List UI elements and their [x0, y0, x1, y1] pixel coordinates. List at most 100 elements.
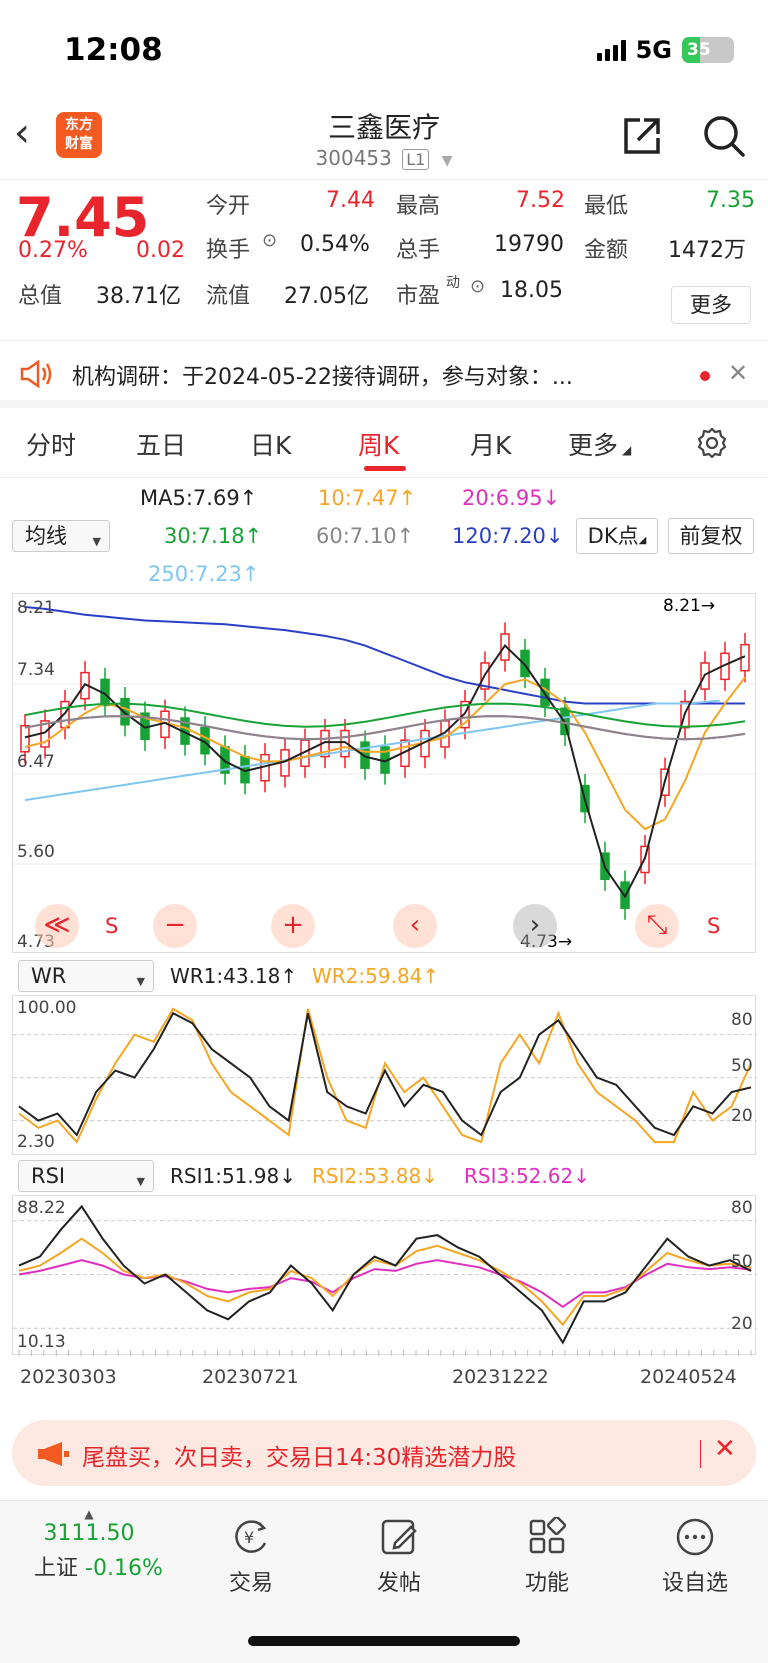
tab-intraday[interactable]: 分时 [26, 426, 76, 462]
wr-chart-svg [13, 1007, 757, 1144]
trade-button[interactable]: ¥ 交易 [196, 1517, 306, 1597]
sell-signal-mark: S [707, 914, 721, 938]
active-tab-indicator [364, 466, 406, 471]
rsi-chart[interactable]: 88.22 10.13 80 50 20 [12, 1195, 757, 1356]
quote-panel: 7.45 0.27% 0.02 今开 7.44 最高 7.52 最低 7.35 … [0, 180, 768, 340]
share-icon[interactable] [620, 114, 664, 158]
watchlist-button[interactable]: 设自选 [640, 1517, 750, 1597]
chevron-down-icon: ◢ [622, 443, 632, 457]
tab-daily-k[interactable]: 日K [250, 426, 291, 462]
scroll-left-fast-button[interactable]: ≪ [35, 904, 79, 948]
tab-more[interactable]: 更多 ◢ [568, 426, 631, 462]
grid-icon [529, 1515, 567, 1554]
signal-icon [596, 39, 626, 61]
ma5-label: MA5:7.69↑ [140, 486, 258, 510]
divider [700, 1440, 701, 1468]
ref-line-label: 20 [731, 1106, 753, 1126]
indicator-select[interactable]: 均线 [12, 520, 110, 557]
period-tabs: 分时 五日 日K 周K 月K 更多 ◢ [0, 408, 768, 478]
amount-label: 金额 [584, 238, 629, 263]
rsi-chart-svg [13, 1204, 757, 1356]
function-label: 功能 [524, 1571, 569, 1596]
index-value: 3111.50 [43, 1521, 135, 1546]
volume-label: 总手 [396, 238, 441, 263]
trade-label: 交易 [228, 1571, 273, 1596]
post-label: 发帖 [376, 1571, 421, 1596]
high-label: 最高 [396, 194, 441, 219]
ma120-line [24, 606, 745, 705]
adjust-button[interactable]: 前复权 [668, 518, 754, 554]
notice-bar[interactable]: 机构调研：于2024-05-22接待调研，参与对象：... ✕ [0, 340, 768, 408]
more-dots-icon [676, 1518, 714, 1556]
pe-label: 市盈 [396, 284, 441, 309]
chevron-up-icon: ▲ [84, 1507, 94, 1521]
info-icon[interactable]: ⊙ [470, 276, 485, 297]
wr1-line [18, 1011, 752, 1137]
chevron-down-icon: ▼ [441, 153, 453, 169]
open-label: 今开 [206, 194, 251, 219]
candlestick-chart-svg [13, 606, 757, 920]
status-bar: 12:08 5G 35 [0, 0, 768, 100]
candlestick-chart[interactable]: 8.21 7.34 6.47 5.60 4.73 8.21→ 4.73→ ≪ S… [12, 593, 757, 953]
ma120-label: 120:7.20↓ [452, 524, 564, 548]
scroll-left-button[interactable]: ‹ [393, 904, 437, 948]
index-quote[interactable]: ▲ 3111.50 上证 -0.16% [34, 1507, 163, 1582]
ref-line-label: 80 [731, 1198, 753, 1218]
volume-value: 19790 [494, 232, 564, 257]
index-row: 上证 -0.16% [34, 1550, 163, 1582]
rsi-indicator-select[interactable]: RSI [18, 1160, 154, 1197]
turnover-label: 换手 [206, 238, 251, 263]
y-axis-label: 88.22 [17, 1198, 66, 1218]
zoom-out-button[interactable]: − [153, 904, 197, 948]
info-icon[interactable]: ⊙ [262, 230, 277, 251]
scroll-right-button[interactable]: › [513, 904, 557, 948]
battery-icon: 35 [682, 37, 734, 63]
level-badge: L1 [402, 149, 430, 170]
wr-chart[interactable]: 100.00 2.30 80 50 20 [12, 995, 757, 1155]
ma250-label: 250:7.23↑ [148, 562, 260, 586]
change-amount: 0.02 [136, 238, 185, 263]
y-axis-label: 5.60 [17, 842, 55, 862]
float-value: 27.05亿 [284, 284, 369, 309]
index-change: -0.16% [85, 1556, 163, 1581]
post-button[interactable]: 发帖 [344, 1517, 454, 1597]
y-axis-label: 7.34 [17, 660, 55, 680]
wr-indicator-select[interactable]: WR [18, 960, 154, 997]
zoom-in-button[interactable]: + [271, 904, 315, 948]
dk-point-label: DK点 [587, 524, 639, 548]
change-percent: 0.27% [18, 238, 88, 263]
ref-line-label: 20 [731, 1314, 753, 1334]
index-name: 上证 [34, 1556, 79, 1581]
nav-bar: ‹ 东方 财富 三鑫医疗 300453 L1 ▼ [0, 100, 768, 180]
ref-line-label: 80 [731, 1010, 753, 1030]
tab-weekly-k[interactable]: 周K [358, 426, 399, 462]
wr2-label: WR2:59.84↑ [312, 964, 440, 988]
fullscreen-button[interactable]: ⤡ [635, 904, 679, 948]
promo-banner[interactable]: 尾盘买，次日卖，交易日14:30精选潜力股 ✕ [12, 1420, 756, 1486]
ref-line-label: 50 [731, 1056, 753, 1076]
function-button[interactable]: 功能 [492, 1515, 602, 1597]
tab-monthly-k[interactable]: 月K [470, 426, 511, 462]
stock-code: 300453 [315, 146, 392, 170]
speaker-icon [20, 359, 52, 389]
more-button[interactable]: 更多 [671, 286, 751, 324]
close-icon[interactable]: ✕ [714, 1434, 736, 1464]
tab-five-day[interactable]: 五日 [136, 426, 186, 462]
mktcap-label: 总值 [18, 284, 63, 309]
notice-text: 机构调研：于2024-05-22接待调研，参与对象：... [72, 365, 573, 390]
open-value: 7.44 [326, 188, 375, 213]
dk-point-button[interactable]: DK点◢ [576, 518, 658, 554]
float-label: 流值 [206, 284, 251, 309]
x-axis-date: 20240524 [640, 1366, 737, 1388]
search-icon[interactable] [702, 114, 746, 158]
rsi2-line [18, 1237, 752, 1327]
yuan-exchange-icon: ¥ [235, 1520, 267, 1553]
wr1-label: WR1:43.18↑ [170, 964, 298, 988]
turnover-value: 0.54% [300, 232, 370, 257]
y-axis-label: 8.21 [17, 598, 55, 618]
chevron-down-icon: ◢ [638, 535, 647, 546]
gear-icon[interactable] [695, 426, 729, 460]
y-axis-label: 10.13 [17, 1332, 66, 1352]
y-axis-label: 2.30 [17, 1132, 55, 1152]
close-icon[interactable]: ✕ [728, 359, 748, 387]
